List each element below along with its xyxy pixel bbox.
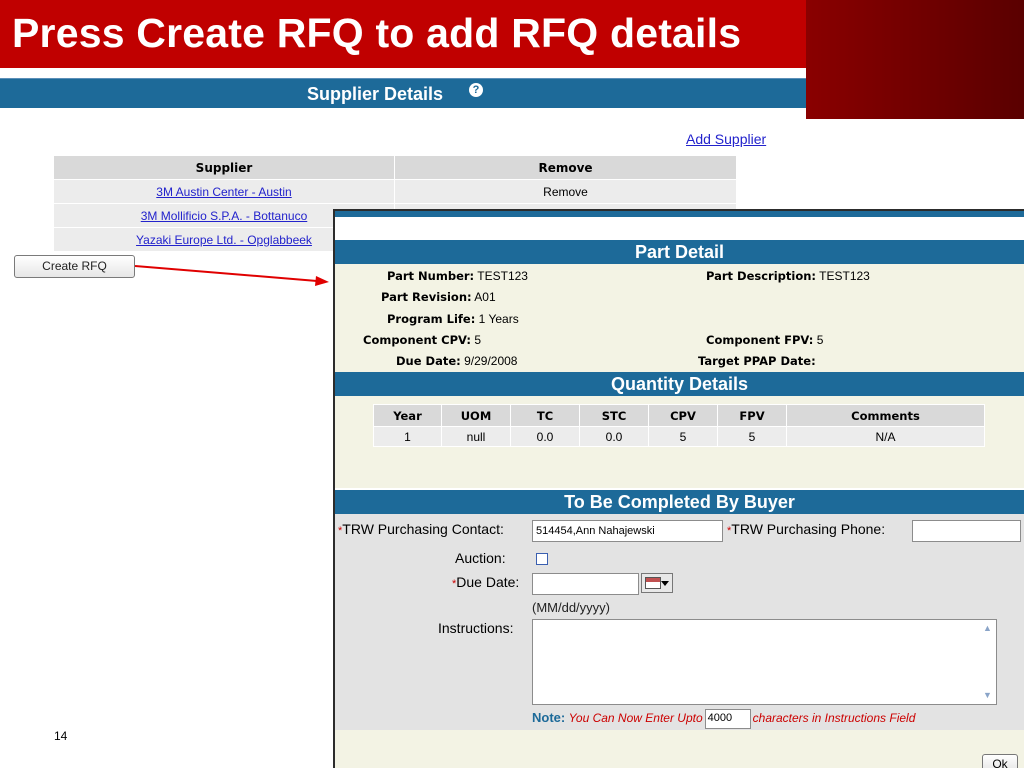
slide-title: Press Create RFQ to add RFQ details <box>12 10 742 56</box>
target-ppap-row: Target PPAP Date: <box>698 354 816 368</box>
ok-button[interactable]: Ok <box>982 754 1018 768</box>
component-cpv-label: Component CPV: <box>363 333 471 347</box>
column-header-supplier: Supplier <box>53 155 395 180</box>
quantity-table: Year UOM TC STC CPV FPV Comments 1 null … <box>373 404 985 447</box>
page-number: 14 <box>54 729 68 743</box>
part-number-row: Part Number: TEST123 <box>387 269 528 283</box>
note-text-after: characters in Instructions Field <box>752 711 916 726</box>
annotation-arrow <box>135 265 329 286</box>
remove-action[interactable]: Remove <box>394 179 737 204</box>
note-label: Note: <box>532 710 566 726</box>
program-life-row: Program Life: 1 Years <box>387 312 519 326</box>
supplier-link[interactable]: 3M Mollificio S.P.A. - Bottanuco <box>141 209 308 223</box>
part-revision-label: Part Revision: <box>381 290 472 304</box>
fpv-cell: 5 <box>717 426 787 447</box>
buyer-due-date-label: Due Date: <box>456 574 520 590</box>
quantity-details-header: Quantity Details <box>335 372 1024 396</box>
calendar-icon <box>645 577 661 589</box>
note-text-before: You Can Now Enter Upto <box>568 711 703 726</box>
due-date-value: 9/29/2008 <box>464 354 518 368</box>
component-fpv-value: 5 <box>816 333 824 347</box>
calendar-picker-button[interactable] <box>641 573 673 593</box>
instructions-label: Instructions: <box>438 620 514 636</box>
component-cpv-row: Component CPV: 5 <box>363 333 481 347</box>
column-header-uom: UOM <box>441 404 511 427</box>
create-rfq-button[interactable]: Create RFQ <box>14 255 135 278</box>
purchasing-phone-label-wrap: *TRW Purchasing Phone: <box>727 521 885 537</box>
quantity-details-panel: Year UOM TC STC CPV FPV Comments 1 null … <box>335 396 1024 488</box>
component-cpv-value: 5 <box>474 333 482 347</box>
scroll-up-icon[interactable]: ▲ <box>980 621 995 636</box>
supplier-link[interactable]: Yazaki Europe Ltd. - Opglabbeek <box>136 233 312 247</box>
column-header-fpv: FPV <box>717 404 787 427</box>
comments-cell: N/A <box>786 426 985 447</box>
program-life-value: 1 Years <box>478 312 519 326</box>
tc-cell: 0.0 <box>510 426 580 447</box>
target-ppap-label: Target PPAP Date: <box>698 354 816 368</box>
scroll-down-icon[interactable]: ▼ <box>980 688 995 703</box>
part-description-label: Part Description: <box>706 269 817 283</box>
purchasing-contact-label-wrap: *TRW Purchasing Contact: <box>338 521 504 537</box>
part-number-value: TEST123 <box>477 269 528 283</box>
column-header-cpv: CPV <box>648 404 718 427</box>
column-header-comments: Comments <box>786 404 985 427</box>
part-detail-panel: Part Number: TEST123 Part Description: T… <box>335 264 1024 372</box>
slide-title-bar: Press Create RFQ to add RFQ details <box>0 0 806 68</box>
component-fpv-row: Component FPV: 5 <box>706 333 823 347</box>
purchasing-contact-label: TRW Purchasing Contact: <box>342 521 504 537</box>
dialog-footer <box>335 730 1024 768</box>
rfq-dialog: Part Detail Part Number: TEST123 Part De… <box>333 209 1024 768</box>
column-header-tc: TC <box>510 404 580 427</box>
supplier-link[interactable]: 3M Austin Center - Austin <box>156 185 291 199</box>
buyer-section-header: To Be Completed By Buyer <box>335 490 1024 514</box>
purchasing-contact-input[interactable] <box>532 520 723 542</box>
supplier-table-header: Supplier Remove <box>53 155 737 180</box>
buyer-section-panel: *TRW Purchasing Contact: *TRW Purchasing… <box>335 514 1024 730</box>
uom-cell: null <box>441 426 511 447</box>
slide-corner-decoration <box>806 0 1024 119</box>
column-header-remove: Remove <box>394 155 737 180</box>
supplier-details-header: Supplier Details ? <box>0 78 806 108</box>
due-date-row: Due Date: 9/29/2008 <box>396 354 517 368</box>
due-date-label: Due Date: <box>396 354 461 368</box>
stc-cell: 0.0 <box>579 426 649 447</box>
part-description-row: Part Description: TEST123 <box>706 269 870 283</box>
due-date-input[interactable] <box>532 573 639 595</box>
part-revision-value: A01 <box>474 290 496 304</box>
purchasing-phone-label: TRW Purchasing Phone: <box>731 521 886 537</box>
purchasing-phone-input[interactable] <box>912 520 1021 542</box>
dialog-top-bar <box>335 211 1024 217</box>
part-number-label: Part Number: <box>387 269 475 283</box>
auction-checkbox[interactable] <box>536 553 548 565</box>
part-revision-row: Part Revision: A01 <box>381 290 496 304</box>
part-description-value: TEST123 <box>819 269 870 283</box>
due-date-label-wrap: *Due Date: <box>452 574 519 590</box>
chevron-down-icon <box>661 581 669 586</box>
add-supplier-link[interactable]: Add Supplier <box>686 131 766 147</box>
instructions-note: Note: You Can Now Enter Upto 4000 characte… <box>532 709 915 729</box>
table-row: 3M Austin Center - Austin Remove <box>53 179 737 204</box>
character-count-field: 4000 <box>704 709 751 729</box>
help-icon[interactable]: ? <box>469 83 483 97</box>
supplier-details-title: Supplier Details <box>307 84 444 104</box>
year-cell: 1 <box>373 426 442 447</box>
program-life-label: Program Life: <box>387 312 476 326</box>
cpv-cell: 5 <box>648 426 718 447</box>
instructions-textarea[interactable]: ▲ ▼ <box>532 619 997 705</box>
column-header-year: Year <box>373 404 442 427</box>
column-header-stc: STC <box>579 404 649 427</box>
quantity-table-header: Year UOM TC STC CPV FPV Comments <box>373 404 985 427</box>
date-format-hint: (MM/dd/yyyy) <box>532 600 610 615</box>
auction-label: Auction: <box>455 550 506 566</box>
part-detail-header: Part Detail <box>335 240 1024 264</box>
table-row: 1 null 0.0 0.0 5 5 N/A <box>373 426 985 447</box>
component-fpv-label: Component FPV: <box>706 333 814 347</box>
